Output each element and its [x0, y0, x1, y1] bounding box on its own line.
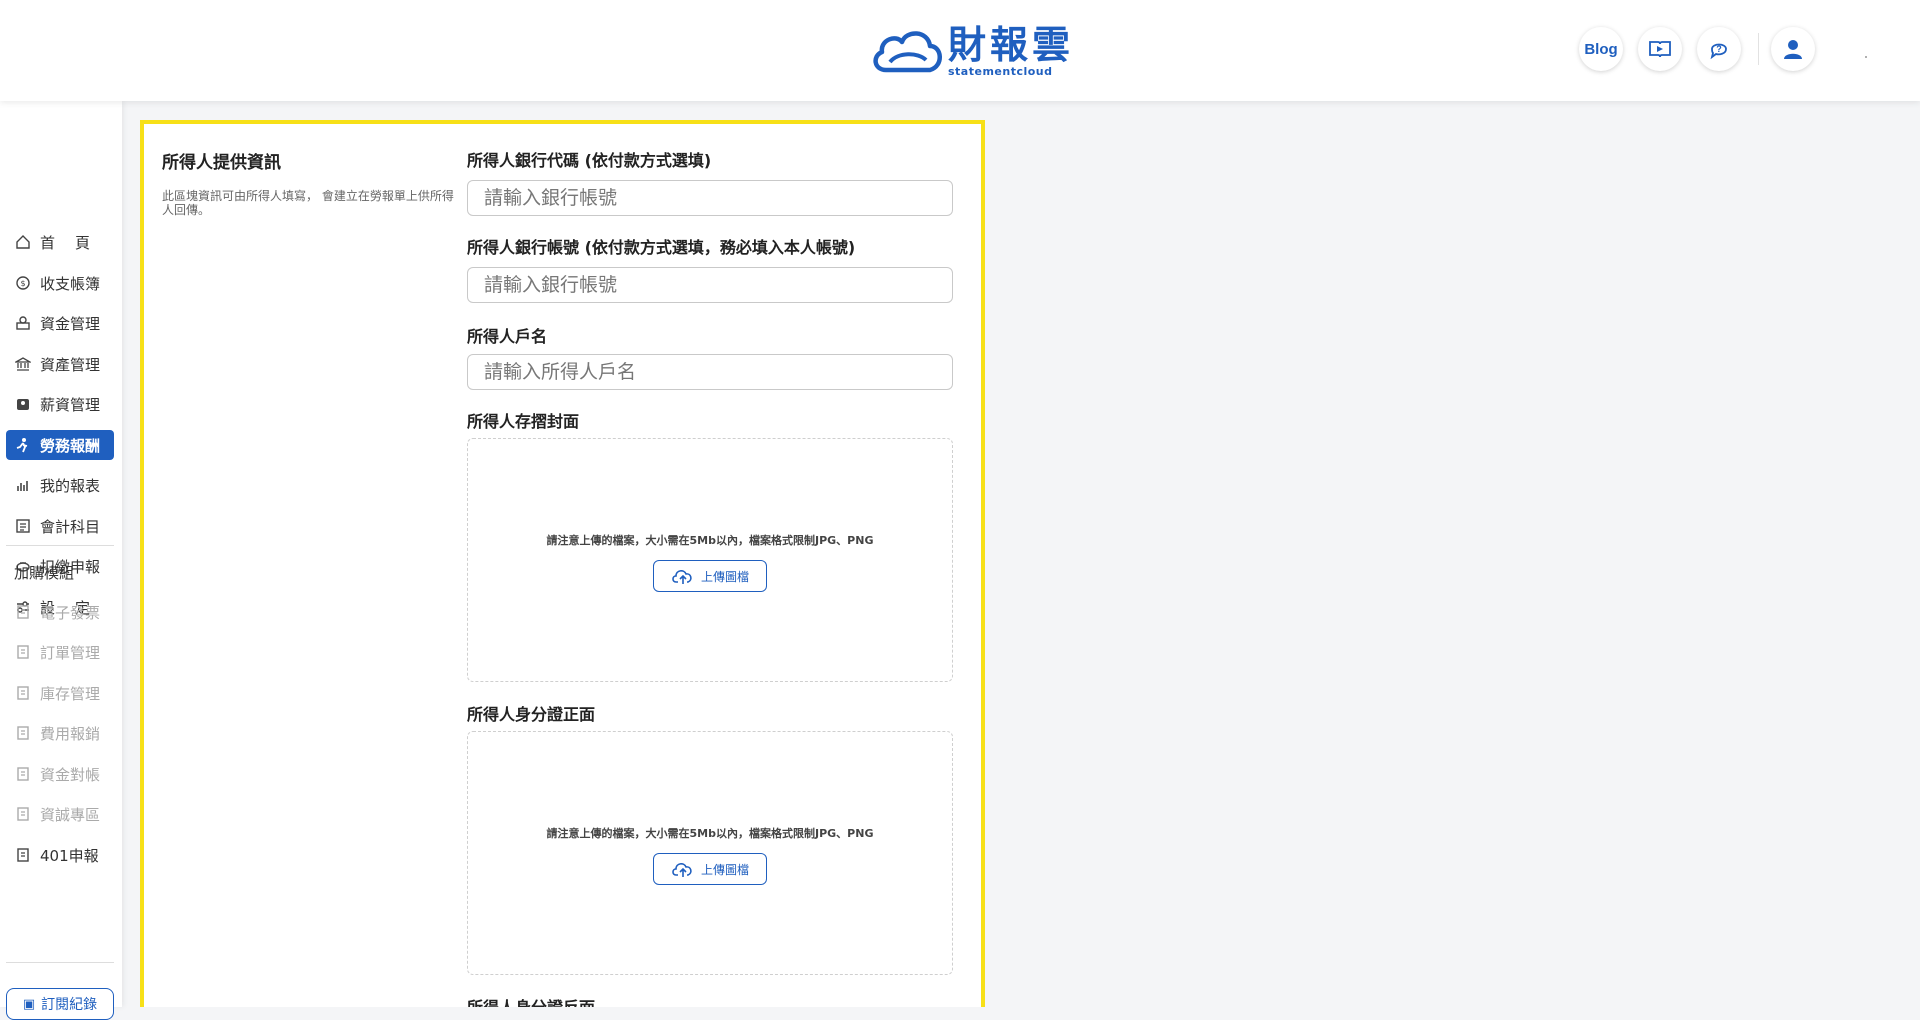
income-recipient-info-card: 所得人提供資訊 此區塊資訊可由所得人填寫， 會建立在勞報單上供所得人回傳。 所得… [140, 120, 985, 1007]
logo-text-zh: 財報雲 [948, 22, 1075, 67]
bank-account-label: 所得人銀行帳號 (依付款方式選填，務必填入本人帳號) [467, 238, 856, 257]
section-title: 所得人提供資訊 [162, 153, 281, 173]
sidebar-item-home[interactable]: 首頁 [6, 227, 114, 257]
labor-icon [14, 436, 32, 454]
report-icon [14, 476, 32, 494]
id-front-label: 所得人身分證正面 [467, 705, 596, 724]
blog-button[interactable]: Blog [1579, 27, 1623, 71]
account-icon [14, 517, 32, 535]
lock-doc-icon [14, 684, 32, 702]
top-header: 財報雲 statementcloud Blog ? [0, 0, 1920, 101]
sidebar-divider [6, 545, 114, 546]
doc-icon [14, 846, 32, 864]
passbook-label: 所得人存摺封面 [467, 412, 580, 431]
logo[interactable]: 財報雲 statementcloud [868, 22, 1074, 80]
id-front-upload-button[interactable]: 上傳圖檔 [653, 853, 767, 885]
lock-doc-icon [14, 724, 32, 742]
video-tutorial-button[interactable] [1638, 27, 1682, 71]
sidebar-item-reconcile[interactable]: 資金對帳 [6, 759, 114, 789]
sidebar-item-funds[interactable]: 資金管理 [6, 308, 114, 338]
sidebar-divider-bottom [6, 962, 114, 963]
sidebar-item-pwc[interactable]: 資誠專區 [6, 799, 114, 829]
sidebar-item-labor[interactable]: 勞務報酬 [6, 430, 114, 460]
recipient-form: 所得人銀行代碼 (依付款方式選填) 所得人銀行帳號 (依付款方式選填，務必填入本… [467, 150, 953, 1007]
header-dot [1865, 56, 1867, 58]
svg-text:$: $ [20, 279, 25, 288]
sidebar-item-401[interactable]: 401申報 [6, 840, 114, 870]
lock-doc-icon [14, 643, 32, 661]
addon-section-title: 加購模組 [14, 564, 75, 582]
sidebar-item-einvoice[interactable]: 電子發票 [6, 597, 114, 627]
logo-text-en: statementcloud [948, 64, 1053, 78]
section-description: 此區塊資訊可由所得人填寫， 會建立在勞報單上供所得人回傳。 [162, 189, 454, 218]
sidebar-item-expenses[interactable]: 費用報銷 [6, 718, 114, 748]
header-separator [1758, 33, 1759, 65]
passbook-upload-area[interactable]: 請注意上傳的檔案，大小需在5Mb以內，檔案格式限制JPG、PNG 上傳圖檔 [467, 438, 953, 682]
id-front-upload-area[interactable]: 請注意上傳的檔案，大小需在5Mb以內，檔案格式限制JPG、PNG 上傳圖檔 [467, 731, 953, 975]
sidebar-item-reports[interactable]: 我的報表 [6, 470, 114, 500]
help-chat-icon: ? [1710, 43, 1727, 60]
sidebar-item-inventory[interactable]: 庫存管理 [6, 678, 114, 708]
cloud-logo-icon [873, 31, 942, 73]
asset-icon [14, 355, 32, 373]
bank-code-label: 所得人銀行代碼 (依付款方式選填) [467, 151, 712, 170]
cloud-upload-icon [672, 570, 692, 584]
sidebar-item-payroll[interactable]: 薪資管理 [6, 389, 114, 419]
funds-icon [14, 314, 32, 332]
bank-code-input[interactable] [467, 180, 953, 216]
sidebar-item-assets[interactable]: 資產管理 [6, 349, 114, 379]
user-menu-button[interactable] [1771, 27, 1815, 71]
account-name-input[interactable] [467, 354, 953, 390]
sidebar: 首頁 $ 收支帳簿 資金管理 資產管理 薪資管理 勞務報酬 我的報表 會計科目 … [0, 101, 122, 1020]
cashbook-icon: $ [14, 274, 32, 292]
payroll-icon [14, 395, 32, 413]
cloud-upload-icon [672, 863, 692, 877]
lock-doc-icon [14, 603, 32, 621]
user-icon [1784, 40, 1802, 59]
subscription-icon: ▣ [22, 996, 36, 1012]
sidebar-item-orders[interactable]: 訂單管理 [6, 637, 114, 667]
video-tutorial-icon [1649, 41, 1671, 58]
home-icon [14, 233, 32, 251]
bank-account-input[interactable] [467, 267, 953, 303]
lock-doc-icon [14, 765, 32, 783]
subscription-record-button[interactable]: ▣ 訂閱紀錄 [6, 988, 114, 1020]
sidebar-item-cashbook[interactable]: $ 收支帳簿 [6, 268, 114, 298]
lock-doc-icon [14, 805, 32, 823]
upload-note: 請注意上傳的檔案，大小需在5Mb以內，檔案格式限制JPG、PNG [546, 827, 874, 840]
id-back-label: 所得人身分證反面 [467, 997, 953, 1007]
sidebar-item-accounts[interactable]: 會計科目 [6, 511, 114, 541]
svg-text:?: ? [1716, 44, 1722, 54]
upload-note: 請注意上傳的檔案，大小需在5Mb以內，檔案格式限制JPG、PNG [546, 534, 874, 547]
account-name-label: 所得人戶名 [467, 327, 548, 346]
passbook-upload-button[interactable]: 上傳圖檔 [653, 560, 767, 592]
help-chat-button[interactable]: ? [1697, 27, 1741, 71]
